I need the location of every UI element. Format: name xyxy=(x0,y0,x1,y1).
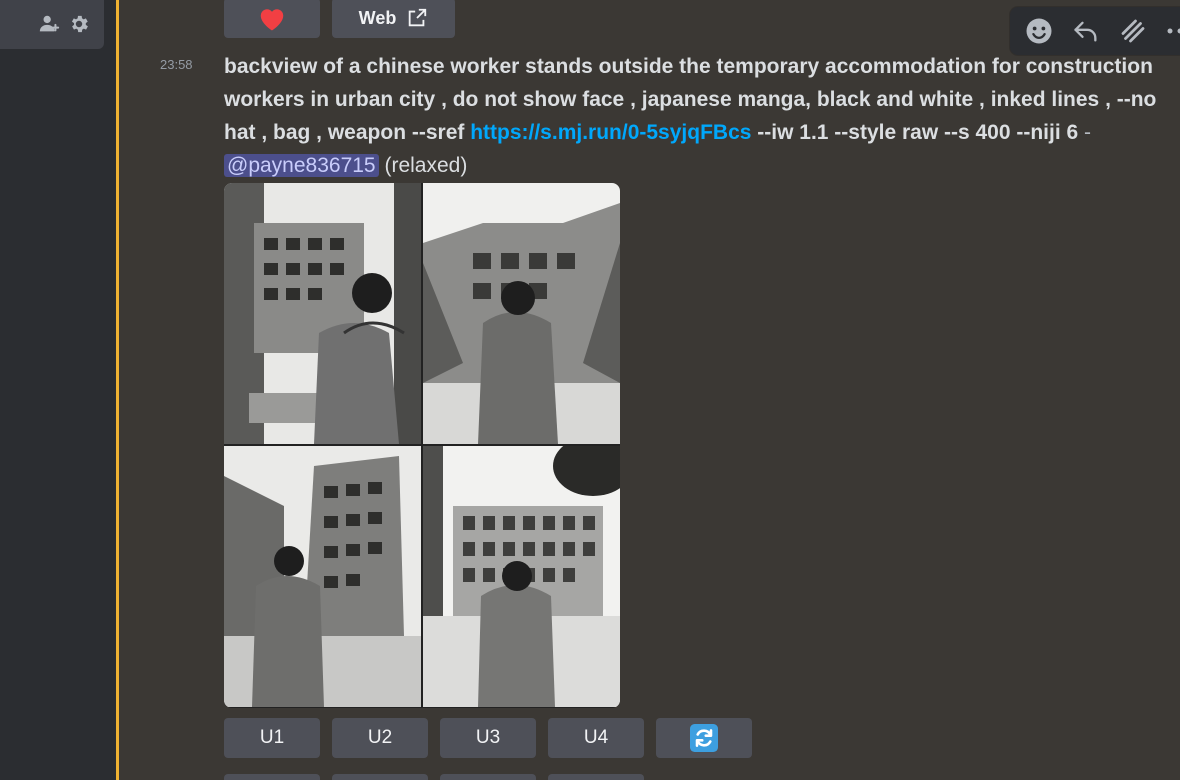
upscale-1-button[interactable]: U1 xyxy=(224,718,320,758)
upscale-4-button[interactable]: U4 xyxy=(548,718,644,758)
channel-sidebar xyxy=(0,0,116,780)
external-link-icon xyxy=(406,7,428,29)
generation-status: (relaxed) xyxy=(378,154,468,177)
web-link-button[interactable]: Web xyxy=(332,0,455,38)
u3-label: U3 xyxy=(475,727,501,748)
sidebar-active-row[interactable] xyxy=(0,0,104,49)
upscale-2-button[interactable]: U2 xyxy=(332,718,428,758)
heart-button[interactable] xyxy=(224,0,320,38)
u4-label: U4 xyxy=(583,727,609,748)
image-tile-4[interactable] xyxy=(423,446,620,707)
add-reaction-icon[interactable] xyxy=(1018,11,1059,51)
generated-image-grid[interactable] xyxy=(224,183,620,708)
heart-icon xyxy=(257,4,287,32)
discord-channel-view: Web 23:58 backview of a chinese worker s… xyxy=(0,0,1180,780)
image-tile-3[interactable] xyxy=(224,446,421,707)
reroll-button[interactable] xyxy=(656,718,752,758)
user-mention[interactable]: @payne836715 xyxy=(224,154,379,177)
separator: - xyxy=(1078,121,1092,144)
sref-link[interactable]: https://s.mj.run/0-5syjqFBcs xyxy=(470,121,751,144)
web-button-label: Web xyxy=(358,7,397,28)
reply-icon[interactable] xyxy=(1065,11,1106,51)
u2-label: U2 xyxy=(367,727,393,748)
upscale-3-button[interactable]: U3 xyxy=(440,718,536,758)
message-content: backview of a chinese worker stands outs… xyxy=(224,50,1164,182)
image-tile-2[interactable] xyxy=(423,183,620,444)
gear-icon[interactable] xyxy=(68,13,90,35)
add-member-icon[interactable] xyxy=(38,13,60,35)
message-timestamp: 23:58 xyxy=(160,57,193,72)
message-hover-toolbar xyxy=(1010,7,1180,55)
variation-1-button[interactable] xyxy=(224,774,320,780)
more-icon[interactable] xyxy=(1159,11,1180,51)
prompt-params: --iw 1.1 --style raw --s 400 --niji 6 xyxy=(751,121,1079,144)
refresh-icon xyxy=(690,724,718,752)
u1-label: U1 xyxy=(259,727,285,748)
thread-icon[interactable] xyxy=(1112,11,1153,51)
variation-3-button[interactable] xyxy=(440,774,536,780)
image-tile-1[interactable] xyxy=(224,183,421,444)
variation-2-button[interactable] xyxy=(332,774,428,780)
variation-4-button[interactable] xyxy=(548,774,644,780)
